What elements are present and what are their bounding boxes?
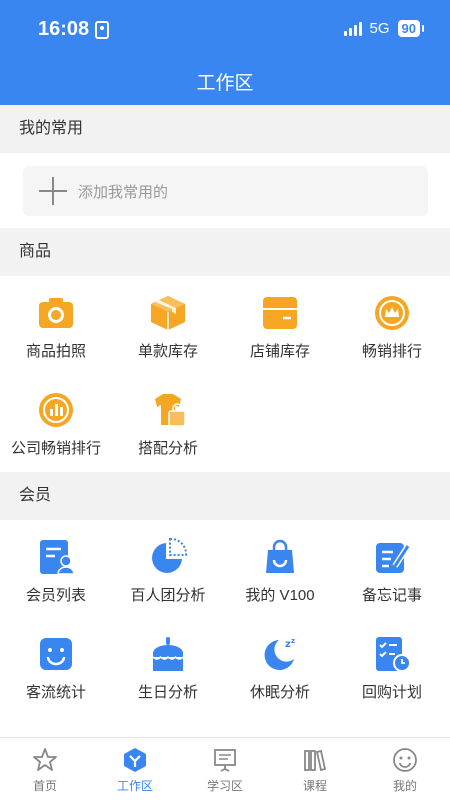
plus-icon	[39, 177, 67, 205]
presentation-icon	[214, 749, 236, 772]
memo-item[interactable]: 备忘记事	[336, 538, 448, 605]
workspace-icon	[124, 748, 146, 772]
hundred-group-analysis-item[interactable]: 百人团分析	[112, 538, 224, 605]
single-stock-item[interactable]: 单款库存	[112, 294, 224, 361]
crown-badge-icon	[375, 296, 409, 330]
page-title: 工作区	[196, 73, 254, 94]
repurchase-plan-item[interactable]: 回购计划	[336, 635, 448, 702]
checklist-clock-icon	[376, 637, 411, 672]
member-list-item[interactable]: 会员列表	[0, 538, 112, 605]
star-home-icon	[33, 748, 57, 771]
box-icon	[151, 296, 185, 330]
status-time: 16:08	[38, 18, 110, 41]
section-members-title: 会员	[0, 472, 450, 520]
drawer-icon	[263, 297, 297, 329]
tab-workspace[interactable]: 工作区	[90, 738, 180, 800]
shirt-bag-icon	[155, 394, 186, 427]
tab-study[interactable]: 学习区	[180, 738, 270, 800]
section-goods-title: 商品	[0, 228, 450, 276]
member-card-icon	[40, 540, 75, 575]
smile-icon	[393, 748, 417, 772]
dormant-analysis-item[interactable]: z z 休眠分析	[224, 635, 336, 702]
tab-home[interactable]: 首页	[0, 738, 90, 800]
bestseller-rank-item[interactable]: 畅销排行	[336, 294, 448, 361]
tab-courses[interactable]: 课程	[270, 738, 360, 800]
shopping-bag-icon	[266, 539, 294, 573]
books-icon	[304, 749, 327, 772]
company-bestseller-item[interactable]: 公司畅销排行	[0, 391, 112, 458]
notepad-pen-icon	[376, 543, 411, 573]
smile-face-icon	[40, 638, 72, 670]
signal-icon	[343, 21, 362, 36]
birthday-analysis-item[interactable]: 生日分析	[112, 635, 224, 702]
network-label: 5G	[369, 20, 390, 37]
traffic-stats-item[interactable]: 客流统计	[0, 635, 112, 702]
section-favorites-title: 我的常用	[0, 105, 450, 153]
tab-mine[interactable]: 我的	[360, 738, 450, 800]
svg-text:z: z	[291, 637, 295, 645]
app-header: 16:08 5G 90 工作区	[0, 0, 450, 105]
goods-photo-item[interactable]: 商品拍照	[0, 294, 112, 361]
id-card-icon	[95, 20, 110, 39]
match-analysis-item[interactable]: 搭配分析	[112, 391, 224, 458]
add-favorite-button[interactable]: 添加我常用的	[23, 166, 428, 216]
store-stock-item[interactable]: 店铺库存	[224, 294, 336, 361]
status-bar: 16:08 5G 90	[0, 0, 450, 60]
moon-icon: z z	[264, 637, 295, 670]
my-v100-item[interactable]: 我的 V100	[224, 538, 336, 605]
pie-chart-icon	[152, 538, 187, 573]
bottom-tab-bar: 首页 工作区 学习区 课程 我的	[0, 737, 450, 800]
battery-icon: 90	[397, 20, 425, 37]
bar-badge-icon	[39, 393, 73, 427]
camera-icon	[39, 298, 73, 328]
cake-icon	[152, 637, 184, 671]
